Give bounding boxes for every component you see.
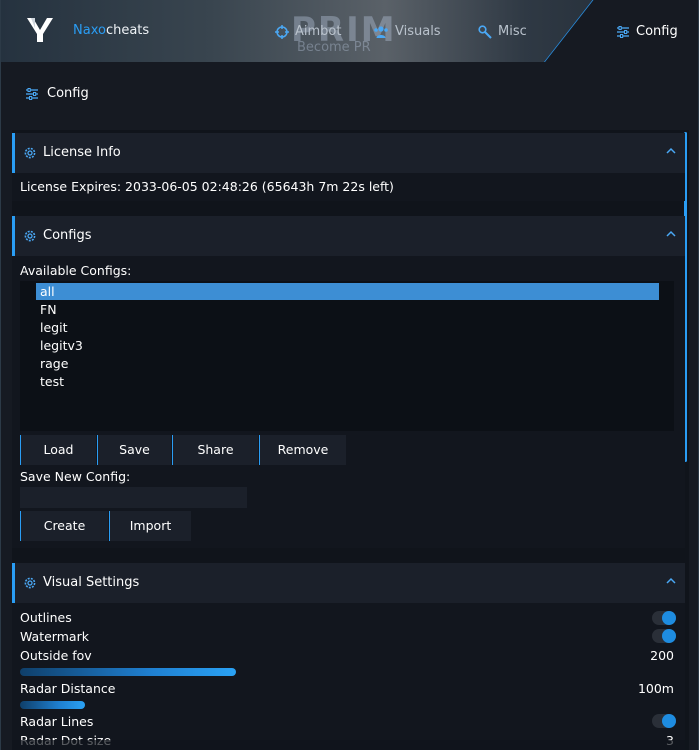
config-list-item[interactable]: legit xyxy=(36,319,67,336)
configs-section-header[interactable]: Configs xyxy=(12,216,685,256)
new-config-name-input[interactable] xyxy=(20,487,247,508)
config-list-item[interactable]: rage xyxy=(36,355,68,372)
configs-section-title: Configs xyxy=(43,228,92,243)
tab-visuals[interactable]: Visuals xyxy=(373,24,441,39)
brand-logo-icon xyxy=(27,18,53,42)
radar-distance-value: 100m xyxy=(637,681,674,696)
configs-listbox[interactable]: all FN legit legitv3 rage test xyxy=(20,281,674,431)
subtab-config[interactable]: Config xyxy=(25,86,89,101)
remove-button[interactable]: Remove xyxy=(259,435,346,465)
crosshair-icon xyxy=(275,24,289,39)
sliders-icon xyxy=(26,87,38,100)
config-list-item-selected[interactable]: all xyxy=(36,283,659,300)
toggle-knob xyxy=(662,611,676,625)
watermark-label: Watermark xyxy=(20,629,89,644)
brand-name: Naxocheats xyxy=(73,23,149,38)
tab-config-label: Config xyxy=(636,24,678,39)
tab-config[interactable]: Config xyxy=(616,24,678,39)
wrench-icon xyxy=(478,24,492,39)
chevron-up-icon[interactable] xyxy=(665,575,677,587)
watermark-toggle[interactable] xyxy=(652,629,676,643)
license-section-title: License Info xyxy=(43,145,121,160)
create-button[interactable]: Create xyxy=(20,511,108,541)
available-configs-label: Available Configs: xyxy=(20,263,132,278)
tab-aimbot-label: Aimbot xyxy=(295,24,342,39)
background-banner-subtext: Become PR xyxy=(297,40,371,55)
load-button[interactable]: Load xyxy=(20,435,96,465)
outside-fov-slider[interactable] xyxy=(20,668,236,676)
license-section-header[interactable]: License Info xyxy=(12,133,685,173)
tab-misc-label: Misc xyxy=(498,24,527,39)
radar-lines-label: Radar Lines xyxy=(20,714,94,729)
visual-settings-header[interactable]: Visual Settings xyxy=(12,563,685,603)
radar-lines-toggle[interactable] xyxy=(652,714,676,728)
app-window: PRIM Become PR Naxocheats Aimbot Visuals… xyxy=(0,0,699,750)
share-button[interactable]: Share xyxy=(172,435,258,465)
users-icon xyxy=(374,25,388,38)
outlines-label: Outlines xyxy=(20,610,72,625)
tab-misc[interactable]: Misc xyxy=(478,24,527,39)
chevron-up-icon[interactable] xyxy=(665,228,677,240)
radar-distance-label: Radar Distance xyxy=(20,681,116,696)
save-button[interactable]: Save xyxy=(97,435,171,465)
config-list-item[interactable]: legitv3 xyxy=(36,337,83,354)
visual-settings-section: Visual Settings xyxy=(12,563,685,750)
toggle-knob xyxy=(662,714,676,728)
tab-aimbot[interactable]: Aimbot xyxy=(275,24,341,39)
top-navbar: PRIM Become PR Naxocheats Aimbot Visuals… xyxy=(1,0,698,62)
bottom-fade xyxy=(12,740,689,750)
brand-name-part2: cheats xyxy=(105,23,150,38)
license-expiry-text: License Expires: 2033-06-05 02:48:26 (65… xyxy=(20,179,394,194)
sub-navbar: Config xyxy=(1,62,698,122)
sliders-icon xyxy=(617,25,629,38)
outlines-toggle[interactable] xyxy=(652,611,676,625)
config-list-item[interactable]: FN xyxy=(36,301,57,318)
gear-icon xyxy=(24,147,36,159)
save-new-config-label: Save New Config: xyxy=(20,469,131,484)
toggle-knob xyxy=(662,629,676,643)
subtab-config-label: Config xyxy=(47,86,89,101)
chevron-up-icon[interactable] xyxy=(665,145,677,157)
outside-fov-label: Outside fov xyxy=(20,648,92,663)
config-list-item[interactable]: test xyxy=(36,373,64,390)
tab-visuals-label: Visuals xyxy=(395,24,441,39)
outside-fov-value: 200 xyxy=(650,648,674,663)
gear-icon xyxy=(24,230,36,242)
radar-distance-slider[interactable] xyxy=(20,701,85,709)
import-button[interactable]: Import xyxy=(109,511,191,541)
brand-name-part1: Naxo xyxy=(73,23,106,38)
visual-settings-title: Visual Settings xyxy=(43,575,140,590)
gear-icon xyxy=(24,577,36,589)
